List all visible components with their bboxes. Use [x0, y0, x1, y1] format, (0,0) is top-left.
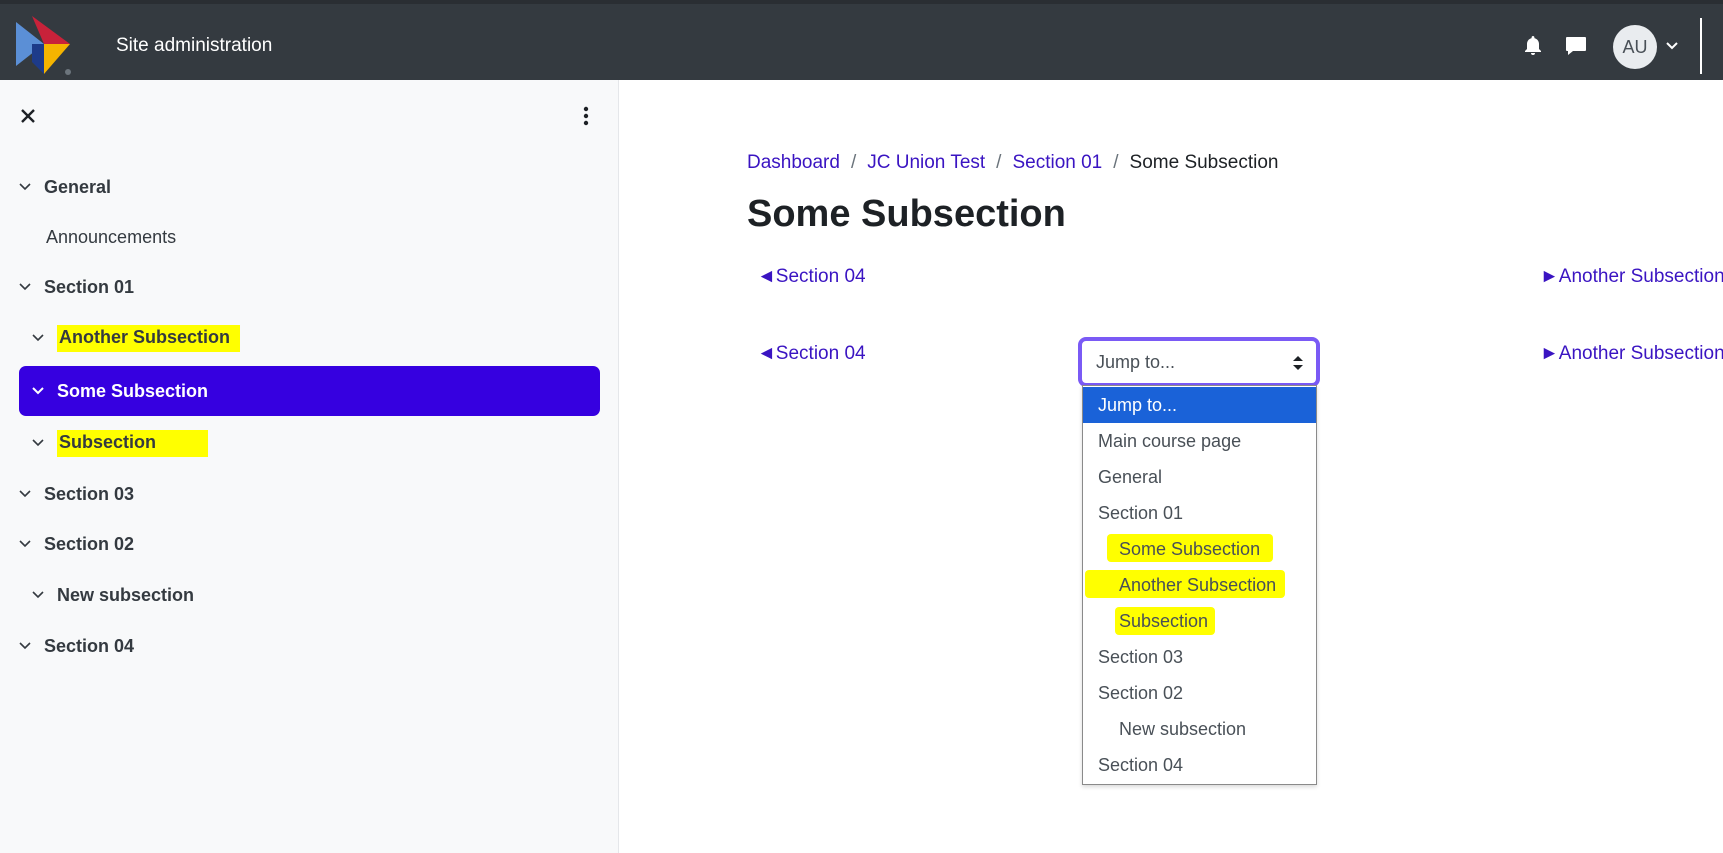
section-label: General	[44, 176, 112, 197]
next-section-link-top[interactable]: ►Another Subsection	[1540, 266, 1723, 288]
select-arrows-icon	[1293, 356, 1303, 370]
chat-icon[interactable]	[1564, 34, 1588, 58]
dropdown-option[interactable]: Section 03	[1083, 639, 1316, 675]
next-section-link-bottom[interactable]: ►Another Subsection	[1540, 343, 1723, 365]
dropdown-option[interactable]: Section 02	[1083, 675, 1316, 711]
course-index-section-03[interactable]: Section 03	[18, 469, 134, 519]
chevron-down-icon[interactable]	[18, 639, 32, 653]
top-navbar: Site administration AU	[0, 0, 1723, 80]
subsection-label: Another Subsection	[57, 324, 241, 352]
chevron-down-icon[interactable]	[18, 280, 32, 294]
breadcrumb-current: Some Subsection	[1129, 152, 1279, 173]
subsection-label: New subsection	[57, 584, 195, 605]
course-index-activity-announcements[interactable]: Announcements	[46, 212, 176, 262]
course-index-section-general[interactable]: General	[18, 162, 111, 212]
course-index-drawer: General Announcements Section 01 Another…	[0, 80, 619, 853]
page-title: Some Subsection	[747, 193, 1066, 235]
chevron-down-icon[interactable]	[18, 487, 32, 501]
navbar-divider	[1700, 18, 1702, 74]
section-label: Section 03	[44, 483, 135, 504]
course-index-section-02[interactable]: Section 02	[18, 519, 134, 569]
chevron-down-icon[interactable]	[31, 588, 45, 602]
course-index-subsection-another[interactable]: Another Subsection	[31, 313, 241, 363]
breadcrumb: Dashboard / JC Union Test / Section 01 /…	[747, 152, 1278, 174]
chevron-down-icon[interactable]	[31, 331, 45, 345]
breadcrumb-separator: /	[996, 152, 1002, 173]
site-title[interactable]: Site administration	[116, 35, 272, 57]
chevron-down-icon[interactable]	[18, 180, 32, 194]
dropdown-option[interactable]: Section 04	[1083, 747, 1316, 783]
subsection-label: Subsection	[57, 429, 209, 457]
jump-to-select[interactable]: Jump to...	[1078, 337, 1320, 387]
chevron-down-icon[interactable]	[31, 384, 45, 398]
site-logo[interactable]	[12, 14, 74, 76]
breadcrumb-separator: /	[1113, 152, 1119, 173]
prev-section-link-top[interactable]: ◄Section 04	[757, 266, 866, 288]
jump-to-dropdown-list: Jump to... Main course page General Sect…	[1082, 385, 1317, 785]
breadcrumb-course[interactable]: JC Union Test	[867, 152, 985, 174]
section-label: Section 04	[44, 635, 135, 656]
close-icon[interactable]	[18, 106, 38, 126]
dropdown-option[interactable]: New subsection	[1083, 711, 1316, 747]
dropdown-option[interactable]: Another Subsection	[1083, 567, 1316, 603]
section-label: Section 02	[44, 533, 135, 554]
dropdown-option[interactable]: General	[1083, 459, 1316, 495]
breadcrumb-section[interactable]: Section 01	[1012, 152, 1102, 174]
course-index-subsection-some-active[interactable]: Some Subsection	[19, 366, 600, 416]
dropdown-option[interactable]: Main course page	[1083, 423, 1316, 459]
breadcrumb-dashboard[interactable]: Dashboard	[747, 152, 840, 174]
jump-to-select-value: Jump to...	[1096, 351, 1176, 372]
chevron-down-icon[interactable]	[1665, 40, 1679, 52]
prev-section-link-bottom[interactable]: ◄Section 04	[757, 343, 866, 365]
bell-icon[interactable]	[1521, 34, 1545, 58]
dropdown-option[interactable]: Subsection	[1083, 603, 1316, 639]
user-avatar[interactable]: AU	[1613, 25, 1657, 69]
dropdown-option[interactable]: Jump to...	[1083, 387, 1316, 423]
course-index-subsection-new[interactable]: New subsection	[31, 570, 194, 620]
activity-label: Announcements	[46, 226, 177, 247]
course-index-section-04[interactable]: Section 04	[18, 621, 134, 671]
chevron-down-icon[interactable]	[31, 436, 45, 450]
dropdown-option[interactable]: Section 01	[1083, 495, 1316, 531]
dropdown-option[interactable]: Some Subsection	[1083, 531, 1316, 567]
course-index-subsection[interactable]: Subsection	[31, 418, 209, 468]
breadcrumb-separator: /	[850, 152, 857, 173]
section-label: Section 01	[44, 276, 135, 297]
course-index-section-01[interactable]: Section 01	[18, 262, 134, 312]
kebab-menu-icon[interactable]	[578, 104, 594, 128]
subsection-label: Some Subsection	[57, 380, 209, 401]
chevron-down-icon[interactable]	[18, 537, 32, 551]
